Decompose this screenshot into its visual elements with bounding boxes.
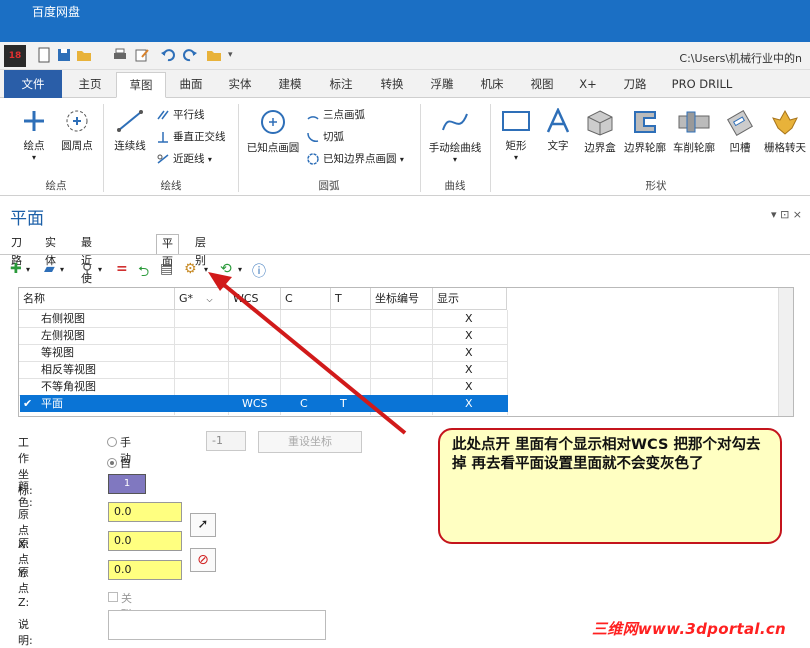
annotation-arrow bbox=[208, 272, 407, 435]
annotation-text: 此处点开 里面有个显示相对WCS 把那个对勾去掉 再去看平面设置里面就不会变灰色… bbox=[452, 437, 761, 472]
annotation-callout: 此处点开 里面有个显示相对WCS 把那个对勾去掉 再去看平面设置里面就不会变灰色… bbox=[438, 428, 782, 544]
watermark: 三维网www.3dportal.cn bbox=[592, 620, 787, 638]
